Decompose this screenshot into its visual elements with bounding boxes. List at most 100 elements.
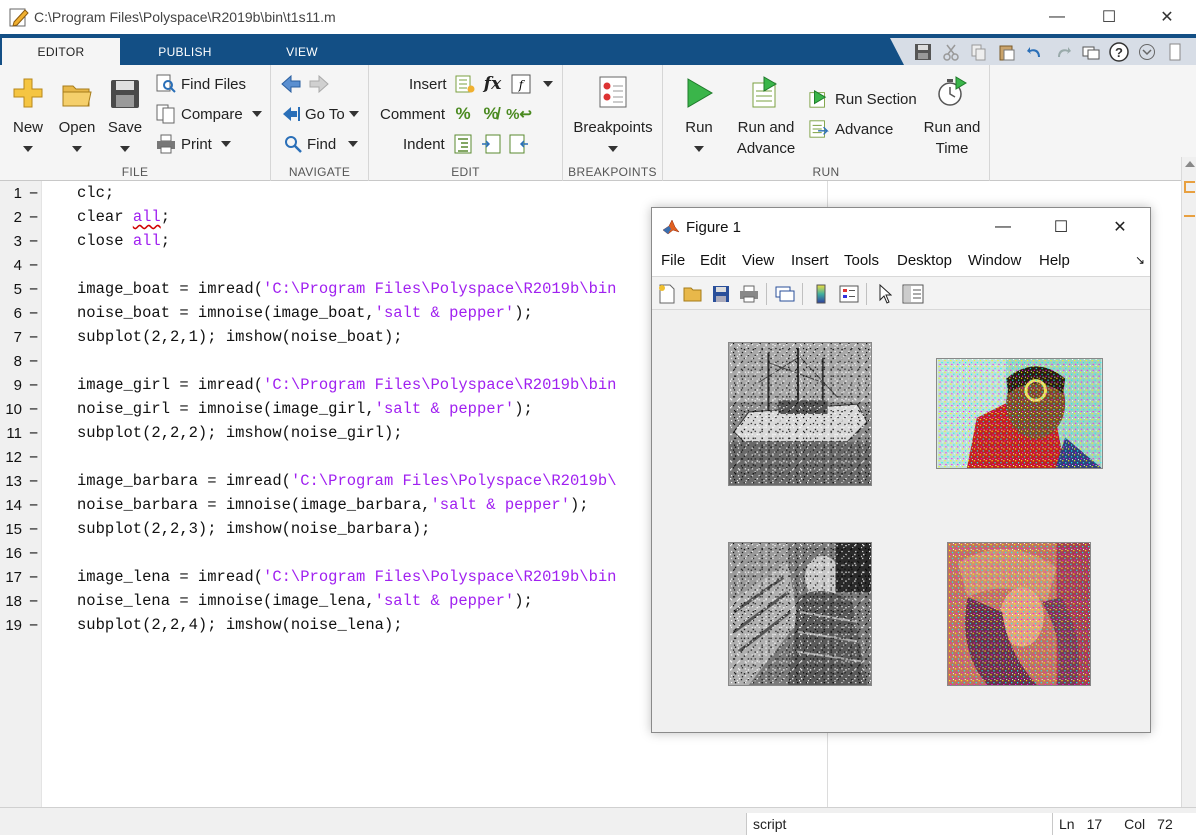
figure-window[interactable]: Figure 1 — ☐ ✕ File Edit View Insert Too… [651, 207, 1151, 733]
insert-icon[interactable] [455, 74, 475, 94]
tab-editor[interactable]: EDITOR [2, 38, 120, 65]
figure-canvas[interactable] [652, 310, 1150, 732]
chevron-down-icon[interactable] [542, 81, 553, 87]
cut-icon[interactable] [940, 42, 962, 62]
save-button[interactable]: Save [104, 71, 146, 152]
indent-label[interactable]: Indent [403, 136, 445, 153]
property-inspector-icon[interactable] [902, 283, 924, 305]
redo-icon[interactable] [1052, 42, 1074, 62]
code-text[interactable]: image_girl = imread('C:\Program Files\Po… [77, 376, 617, 394]
insert-label[interactable]: Insert [409, 76, 447, 93]
code-text[interactable]: subplot(2,2,4); imshow(noise_lena); [77, 616, 403, 634]
run-section-button[interactable]: Run Section [809, 87, 917, 111]
menu-desktop[interactable]: Desktop [897, 252, 952, 269]
scroll-up-icon[interactable] [1185, 161, 1195, 167]
open-file-icon[interactable] [682, 283, 704, 305]
breakpoint-marker[interactable]: − [29, 329, 38, 347]
minimize-button[interactable]: — [1034, 0, 1080, 34]
run-and-time-button[interactable]: Run and Time [921, 71, 983, 159]
run-and-advance-button[interactable]: Run and Advance [735, 71, 797, 159]
fx-icon[interactable]: fx [483, 74, 503, 94]
tab-view[interactable]: VIEW [243, 38, 361, 65]
code-text[interactable]: clc; [77, 184, 114, 202]
breakpoint-marker[interactable]: − [29, 281, 38, 299]
breakpoint-marker[interactable]: − [29, 305, 38, 323]
breakpoint-marker[interactable]: − [29, 185, 38, 203]
new-button[interactable]: New [8, 71, 48, 152]
breakpoint-marker[interactable]: − [29, 449, 38, 467]
code-text[interactable]: clear all; [77, 208, 170, 226]
menu-help[interactable]: Help [1039, 252, 1070, 269]
code-text[interactable]: subplot(2,2,1); imshow(noise_boat); [77, 328, 403, 346]
print-button[interactable]: Print [156, 132, 231, 156]
chevron-down-icon[interactable] [1136, 42, 1158, 62]
code-text[interactable]: image_lena = imread('C:\Program Files\Po… [77, 568, 617, 586]
undo-icon[interactable] [1024, 42, 1046, 62]
close-button[interactable]: ✕ [1144, 0, 1190, 34]
expand-icon[interactable] [1164, 42, 1186, 62]
pointer-icon[interactable] [874, 283, 896, 305]
code-text[interactable]: noise_lena = imnoise(image_lena,'salt & … [77, 592, 533, 610]
code-text[interactable]: noise_girl = imnoise(image_girl,'salt & … [77, 400, 533, 418]
forward-arrow-icon[interactable] [309, 74, 329, 94]
colorbar-icon[interactable] [810, 283, 832, 305]
breakpoint-marker[interactable]: − [29, 257, 38, 275]
breakpoint-marker[interactable]: − [29, 425, 38, 443]
breakpoint-marker[interactable]: − [29, 569, 38, 587]
link-plot-icon[interactable] [774, 283, 796, 305]
comment-label[interactable]: Comment [380, 106, 445, 123]
breakpoint-marker[interactable]: − [29, 401, 38, 419]
code-text[interactable]: image_barbara = imread('C:\Program Files… [77, 472, 617, 490]
code-text[interactable]: subplot(2,2,2); imshow(noise_girl); [77, 424, 403, 442]
wrap-comments-icon[interactable]: %↩ [506, 104, 532, 124]
help-icon[interactable]: ? [1108, 41, 1130, 62]
code-text[interactable]: close all; [77, 232, 170, 250]
menu-edit[interactable]: Edit [700, 252, 726, 269]
compare-button[interactable]: Compare [156, 102, 262, 126]
open-button[interactable]: Open [56, 71, 98, 152]
back-arrow-icon[interactable] [281, 74, 301, 94]
maximize-button[interactable]: ☐ [1086, 0, 1132, 34]
save-icon[interactable] [912, 42, 934, 62]
save-figure-icon[interactable] [710, 283, 732, 305]
code-text[interactable]: subplot(2,2,3); imshow(noise_barbara); [77, 520, 430, 538]
menu-tools[interactable]: Tools [844, 252, 879, 269]
copy-icon[interactable] [968, 42, 990, 62]
menu-file[interactable]: File [661, 252, 685, 269]
breakpoint-marker[interactable]: − [29, 473, 38, 491]
go-to-button[interactable]: Go To [281, 102, 359, 126]
new-figure-icon[interactable] [656, 283, 678, 305]
dock-arrow-icon[interactable]: ↘ [1135, 253, 1145, 267]
breakpoint-marker[interactable]: − [29, 209, 38, 227]
function-icon[interactable]: f [511, 74, 531, 94]
figure-close-button[interactable]: ✕ [1097, 212, 1143, 242]
comment-icon[interactable]: % [453, 104, 473, 124]
code-text[interactable]: noise_boat = imnoise(image_boat,'salt & … [77, 304, 533, 322]
run-button[interactable]: Run [677, 71, 721, 152]
breakpoint-marker[interactable]: − [29, 545, 38, 563]
uncomment-icon[interactable]: %̸ [481, 104, 501, 124]
breakpoint-marker[interactable]: − [29, 617, 38, 635]
switch-windows-icon[interactable] [1080, 42, 1102, 62]
vertical-scrollbar[interactable] [1181, 157, 1196, 807]
paste-icon[interactable] [996, 42, 1018, 62]
breakpoint-marker[interactable]: − [29, 497, 38, 515]
smart-indent-icon[interactable] [453, 134, 473, 154]
find-button[interactable]: Find [283, 132, 359, 156]
find-files-button[interactable]: Find Files [156, 72, 246, 96]
menu-window[interactable]: Window [968, 252, 1021, 269]
menu-insert[interactable]: Insert [791, 252, 829, 269]
scroll-thumb[interactable] [1184, 181, 1195, 193]
breakpoint-marker[interactable]: − [29, 593, 38, 611]
code-text[interactable]: noise_barbara = imnoise(image_barbara,'s… [77, 496, 589, 514]
code-text[interactable]: image_boat = imread('C:\Program Files\Po… [77, 280, 617, 298]
decrease-indent-icon[interactable] [509, 134, 529, 154]
breakpoints-button[interactable]: Breakpoints [573, 71, 653, 152]
print-figure-icon[interactable] [738, 283, 760, 305]
breakpoint-marker[interactable]: − [29, 233, 38, 251]
tab-publish[interactable]: PUBLISH [126, 38, 244, 65]
legend-icon[interactable] [838, 283, 860, 305]
figure-minimize-button[interactable]: — [980, 212, 1026, 242]
figure-maximize-button[interactable]: ☐ [1038, 212, 1084, 242]
breakpoint-marker[interactable]: − [29, 521, 38, 539]
